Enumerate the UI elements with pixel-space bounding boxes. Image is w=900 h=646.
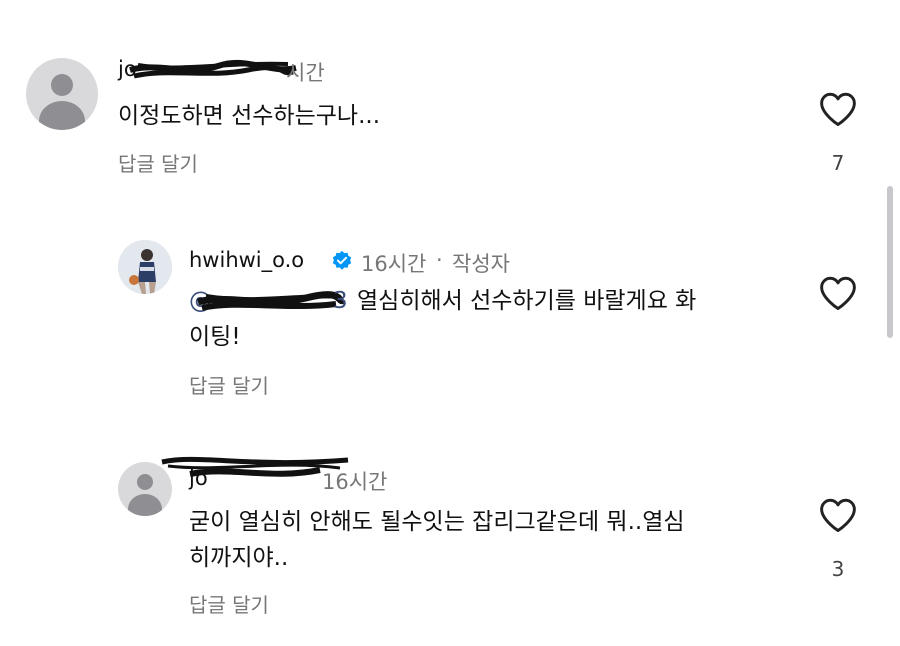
like-count: 3 [831,557,845,581]
comment-text-line1: 굳이 열심히 안해도 될수잇는 잡리그같은데 뭐..열심 [189,509,685,535]
comment-text-line1: 열심히해서 선수하기를 바랄게요 화 [357,288,697,314]
mention-suffix[interactable]: 3 [333,283,348,319]
comment-username[interactable]: hwihwi_o.o [189,248,304,272]
redaction-scribble [197,291,346,311]
default-avatar-icon[interactable] [26,58,98,130]
heart-icon[interactable] [818,91,858,127]
heart-icon[interactable] [818,275,858,311]
verified-badge-icon [332,250,352,270]
author-avatar[interactable] [118,240,172,294]
redaction-scribble [129,59,297,79]
author-badge: 작성자 [452,252,510,276]
scrollbar[interactable] [887,186,893,338]
comment-text-line2: 히까지야.. [189,545,289,571]
comment-text: 이정도하면 선수하는구나... [118,103,381,129]
comment-text-line2: 이팅! [189,324,241,350]
meta-separator: · [436,248,443,272]
like-count: 7 [831,151,845,175]
reply-button[interactable]: 답글 달기 [118,148,198,177]
comment-time: 16시간 [361,252,427,276]
heart-icon[interactable] [818,497,858,533]
profile-photo-icon [118,240,172,294]
reply-button[interactable]: 답글 달기 [189,370,269,399]
comment-time: 시간 [286,61,325,85]
comment-time: 16시간 [322,470,388,494]
reply-button[interactable]: 답글 달기 [189,589,269,618]
